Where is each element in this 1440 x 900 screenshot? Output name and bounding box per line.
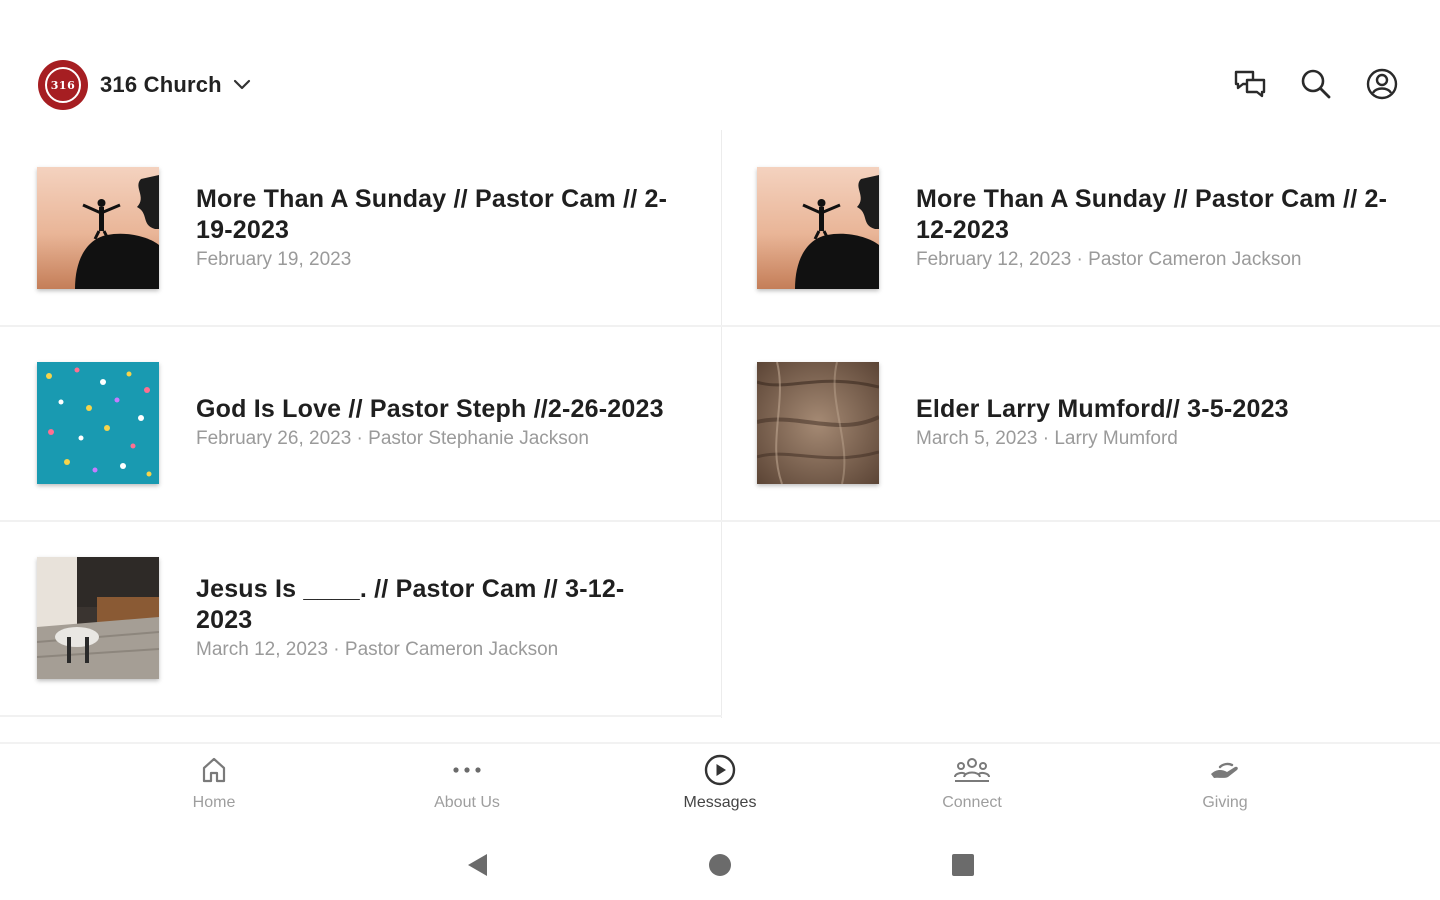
account-icon[interactable]: [1364, 66, 1400, 102]
home-icon: [199, 752, 229, 788]
tab-messages[interactable]: Messages: [650, 752, 790, 824]
tab-label: Messages: [683, 794, 757, 811]
message-thumbnail: [37, 166, 159, 289]
app-header: 316 316 Church: [0, 0, 1440, 140]
message-meta: February 26, 2023 · Pastor Stephanie Jac…: [196, 428, 589, 449]
header-actions: [1232, 66, 1400, 102]
home-circle-icon[interactable]: [705, 850, 735, 880]
tabbar-separator: [0, 742, 1440, 744]
tab-label: Home: [192, 794, 236, 811]
church-switcher[interactable]: 316 316 Church: [38, 60, 252, 110]
more-dots-icon: [451, 752, 483, 788]
message-meta: February 12, 2023 · Pastor Cameron Jacks…: [916, 248, 1302, 270]
church-logo: 316: [38, 60, 88, 110]
message-thumbnail: [757, 166, 879, 289]
message-meta: March 5, 2023 · Larry Mumford: [916, 428, 1178, 449]
chevron-down-icon: [232, 77, 252, 96]
giving-hand-icon: [1208, 752, 1242, 788]
church-logo-text: 316: [50, 78, 76, 92]
bottom-tab-bar: Home About Us Messages Connect Giving: [0, 752, 1440, 824]
message-title: More Than A Sunday // Pastor Cam // 2-19…: [196, 184, 668, 244]
message-thumbnail: [37, 556, 159, 679]
message-meta: March 12, 2023 · Pastor Cameron Jackson: [196, 638, 559, 660]
tab-home[interactable]: Home: [144, 752, 284, 824]
recents-icon[interactable]: [948, 850, 978, 880]
message-card[interactable]: Jesus Is ____. // Pastor Cam // 3-12-202…: [0, 520, 720, 715]
search-icon[interactable]: [1298, 66, 1334, 102]
message-card[interactable]: More Than A Sunday // Pastor Cam // 2-12…: [720, 130, 1440, 325]
message-meta: February 19, 2023: [196, 248, 352, 270]
message-title: Jesus Is ____. // Pastor Cam // 3-12-202…: [196, 574, 625, 634]
tab-label: About Us: [434, 794, 500, 811]
tab-about-us[interactable]: About Us: [397, 752, 537, 824]
church-name: 316 Church: [100, 72, 222, 97]
tab-connect[interactable]: Connect: [902, 752, 1042, 824]
chat-icon[interactable]: [1232, 66, 1268, 102]
people-icon: [953, 752, 991, 788]
messages-grid: More Than A Sunday // Pastor Cam // 2-19…: [0, 130, 1440, 720]
message-title: More Than A Sunday // Pastor Cam // 2-12…: [916, 184, 1388, 244]
tab-label: Connect: [942, 794, 1002, 811]
message-thumbnail: [757, 361, 879, 484]
message-card[interactable]: Elder Larry Mumford// 3-5-2023 March 5, …: [720, 325, 1440, 520]
message-thumbnail: [37, 361, 159, 484]
message-card[interactable]: God Is Love // Pastor Steph //2-26-2023 …: [0, 325, 720, 520]
row-divider: [0, 715, 722, 717]
tab-label: Giving: [1202, 794, 1248, 811]
back-icon[interactable]: [462, 850, 492, 880]
tab-giving[interactable]: Giving: [1155, 752, 1295, 824]
message-title: Elder Larry Mumford// 3-5-2023: [916, 395, 1289, 423]
message-card[interactable]: More Than A Sunday // Pastor Cam // 2-19…: [0, 130, 720, 325]
play-circle-icon: [703, 752, 737, 788]
system-navigation-bar: [0, 840, 1440, 888]
message-title: God Is Love // Pastor Steph //2-26-2023: [196, 395, 664, 423]
